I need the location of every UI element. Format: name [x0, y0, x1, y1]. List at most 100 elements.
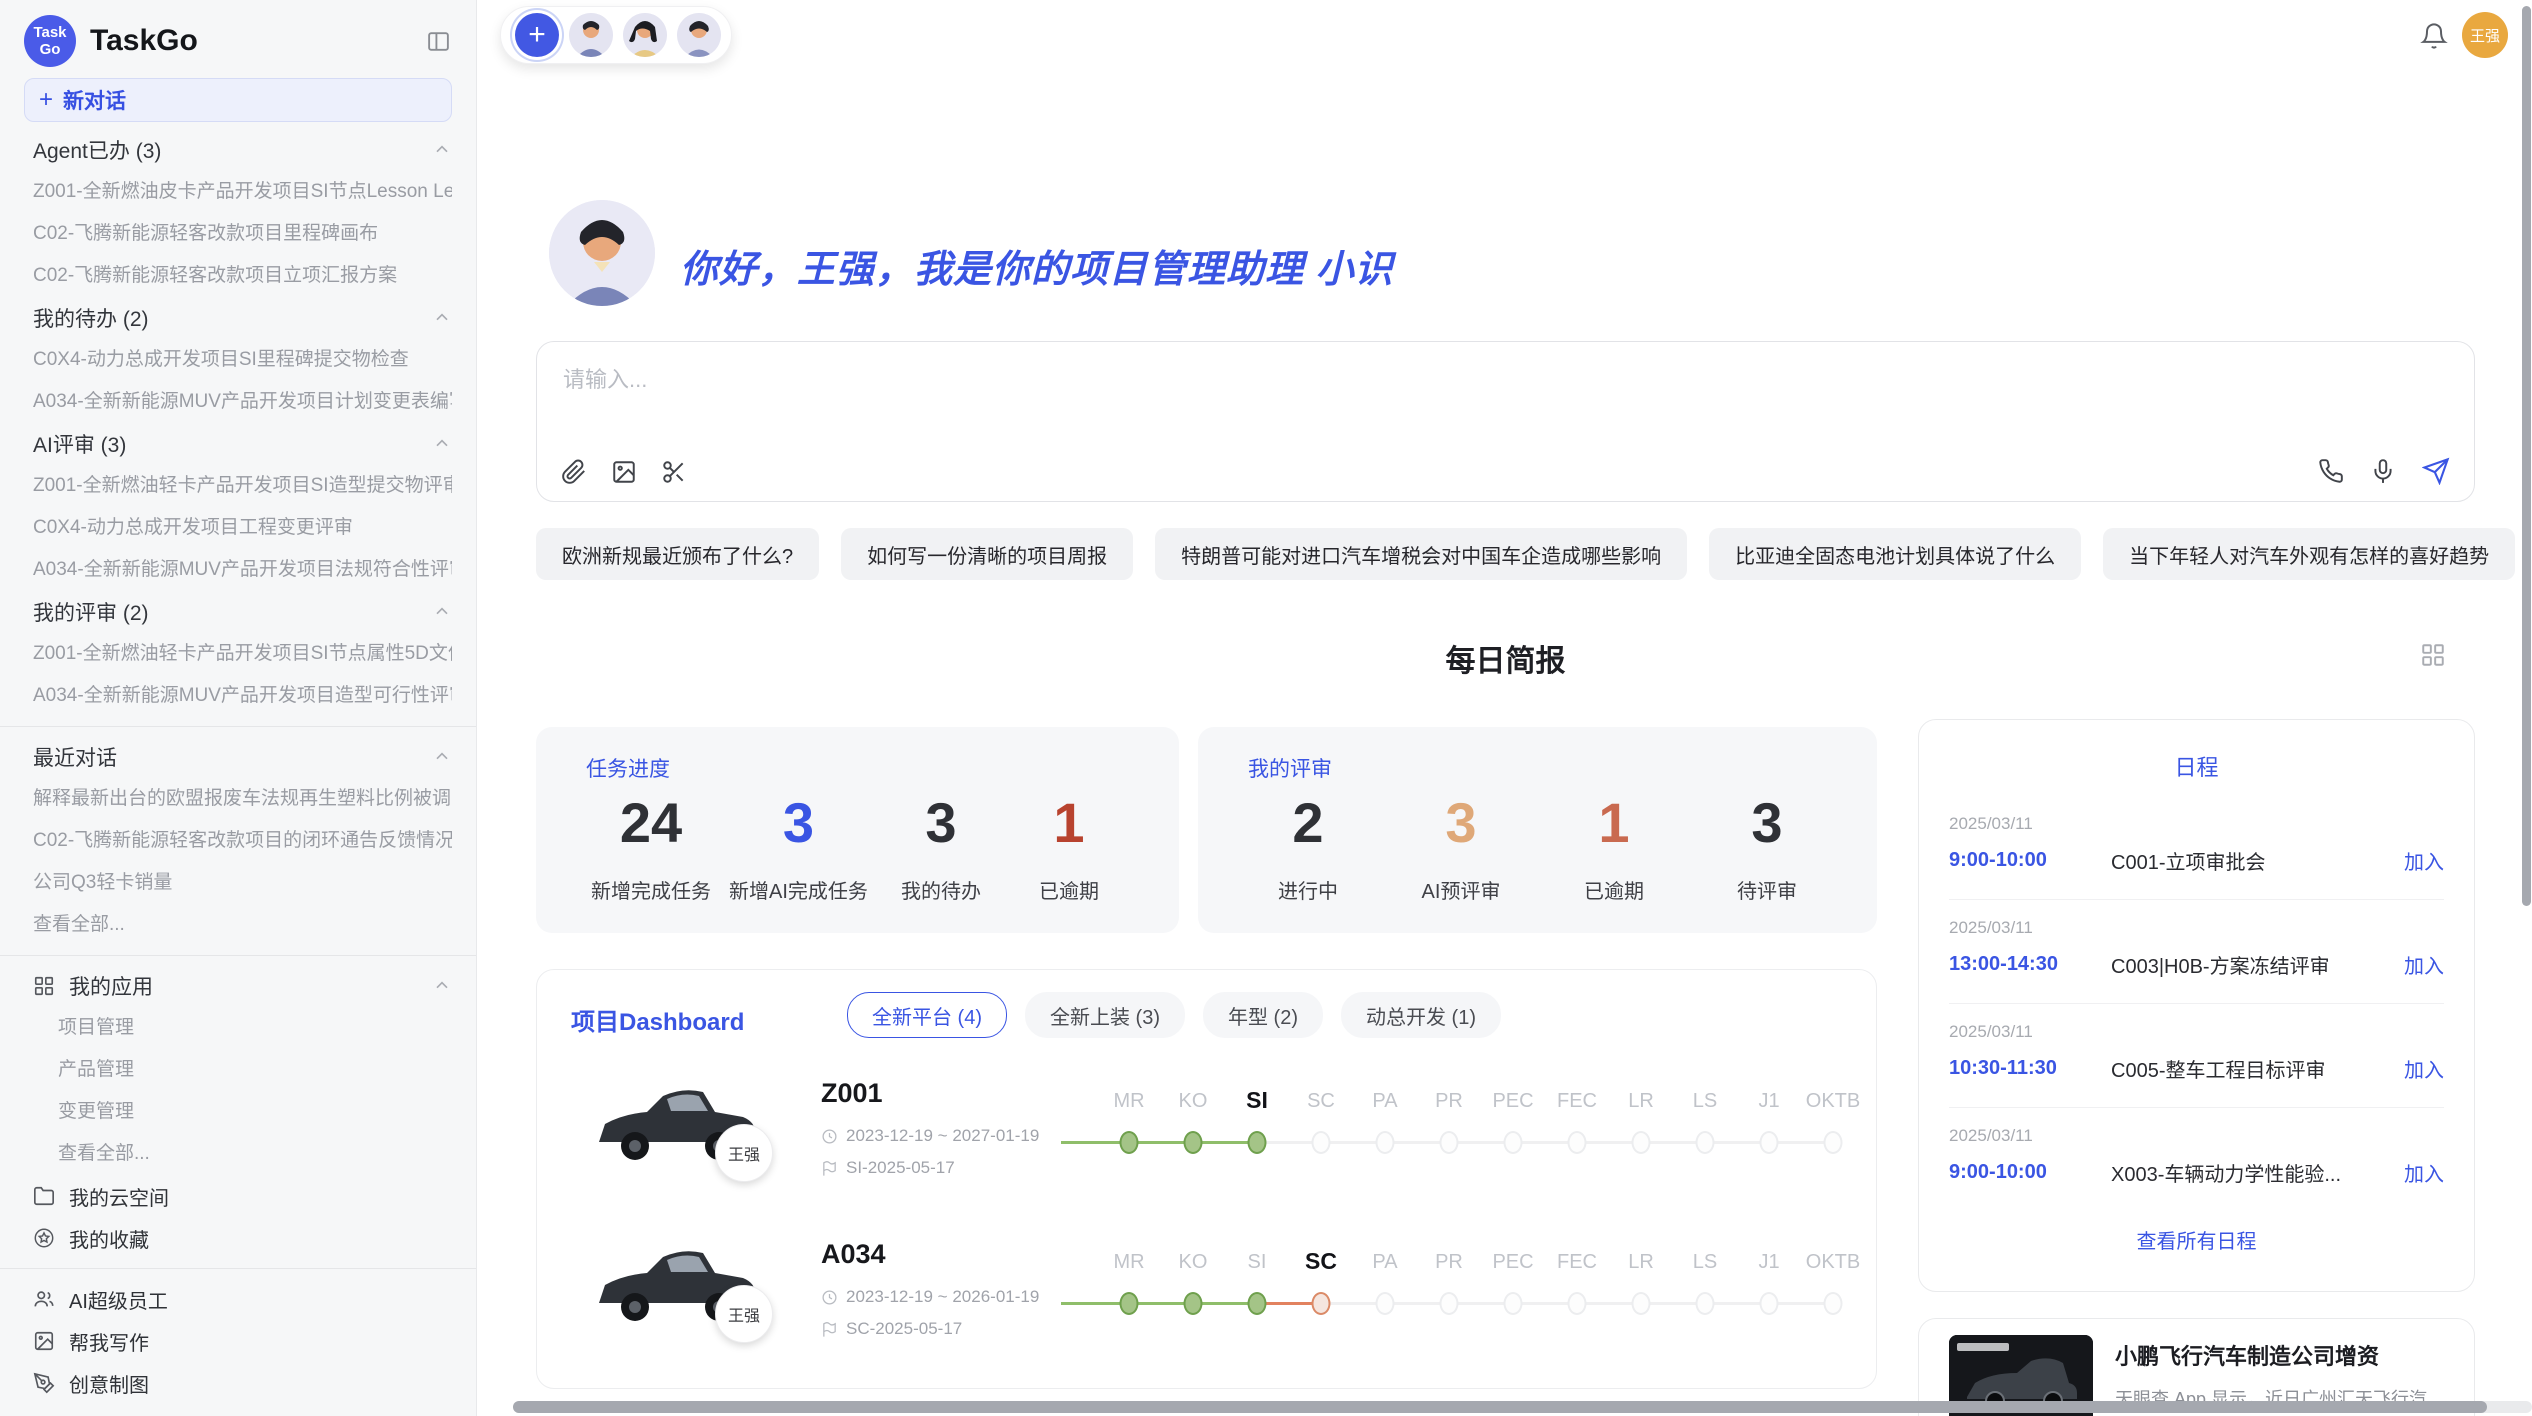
microphone-icon[interactable] [2370, 458, 2396, 484]
sidebar-recent-item[interactable]: C02-飞腾新能源轻客改款项目的闭环通告反馈情况 [33, 820, 452, 862]
tool-label: 创意制图 [69, 1369, 149, 1398]
layout-grid-icon[interactable] [2420, 642, 2446, 668]
agent-avatar-2[interactable] [623, 13, 667, 57]
sidebar-section-header[interactable]: Agent已办 (3) [33, 129, 452, 171]
suggestion-chip[interactable]: 当下年轻人对汽车外观有怎样的喜好趋势 [2103, 528, 2515, 580]
sidebar-item[interactable]: C02-飞腾新能源轻客改款项目里程碑画布 [33, 213, 452, 255]
milestone: MR [1097, 1062, 1161, 1182]
sidebar-item[interactable]: Z001-全新燃油轻卡产品开发项目SI节点属性5D文件评审 [33, 633, 452, 675]
scissors-icon[interactable] [661, 459, 687, 485]
milestone-label: SI [1225, 1087, 1289, 1114]
milestone-label: FEC [1545, 1251, 1609, 1274]
section-title: 我的待办 (2) [33, 303, 149, 333]
schedule-date: 2025/03/11 [1949, 1126, 2444, 1146]
milestone: PR [1417, 1223, 1481, 1343]
sidebar-recent-item[interactable]: 公司Q3轻卡销量 [33, 862, 452, 904]
milestone-node [1696, 1292, 1715, 1315]
stat-value: 3 [1712, 793, 1822, 853]
milestone-node [1824, 1292, 1843, 1315]
milestone-node [1312, 1292, 1331, 1315]
suggestion-chip[interactable]: 如何写一份清晰的项目周报 [841, 528, 1133, 580]
milestone: MR [1097, 1223, 1161, 1343]
milestone-node [1504, 1131, 1523, 1154]
join-link[interactable]: 加入 [2404, 1054, 2444, 1083]
sidebar-tool-image[interactable]: 帮我写作 [33, 1320, 452, 1362]
join-link[interactable]: 加入 [2404, 1158, 2444, 1187]
agent-avatar-3[interactable] [677, 13, 721, 57]
sidebar-item[interactable]: A034-全新新能源MUV产品开发项目计划变更表编写 [33, 381, 452, 423]
sidebar-item[interactable]: C0X4-动力总成开发项目工程变更评审 [33, 507, 452, 549]
vertical-scrollbar-thumb[interactable] [2522, 6, 2531, 906]
milestone: KO [1161, 1062, 1225, 1182]
sidebar-section-header[interactable]: AI评审 (3) [33, 423, 452, 465]
dashboard-tab[interactable]: 动总开发 (1) [1341, 992, 1501, 1038]
schedule-time: 13:00-14:30 [1949, 953, 2099, 976]
user-avatar[interactable]: 王强 [2462, 12, 2508, 58]
send-icon[interactable] [2422, 457, 2450, 485]
stat-label: AI预评审 [1406, 875, 1516, 904]
sidebar-view-all[interactable]: 查看全部... [58, 1133, 452, 1175]
sidebar-item[interactable]: Z001-全新燃油轻卡产品开发项目SI造型提交物评审 [33, 465, 452, 507]
sidebar-app-item[interactable]: 产品管理 [58, 1049, 452, 1091]
milestone-label: OKTB [1801, 1090, 1865, 1113]
phone-icon[interactable] [2318, 458, 2344, 484]
stat-label: 已逾期 [1014, 875, 1124, 904]
view-all-schedule-link[interactable]: 查看所有日程 [1949, 1225, 2444, 1254]
attachment-icon[interactable] [561, 459, 587, 485]
clock-icon [821, 1128, 838, 1145]
chat-input[interactable]: 请输入... [536, 341, 2475, 502]
sidebar-body: Agent已办 (3)Z001-全新燃油皮卡产品开发项目SI节点Lesson L… [24, 129, 452, 1404]
milestone-node [1760, 1292, 1779, 1315]
assistant-avatar [549, 200, 655, 306]
schedule-date: 2025/03/11 [1949, 918, 2444, 938]
stat-column: 3AI预评审 [1406, 793, 1516, 904]
sidebar-link-star[interactable]: 我的收藏 [33, 1217, 452, 1259]
milestone: OKTB [1801, 1062, 1865, 1182]
join-link[interactable]: 加入 [2404, 846, 2444, 875]
sidebar-link-folder[interactable]: 我的云空间 [33, 1175, 452, 1217]
stat-column: 24新增完成任务 [591, 793, 711, 904]
milestone-label: PEC [1481, 1090, 1545, 1113]
image-icon [33, 1330, 55, 1352]
news-title: 小鹏飞行汽车制造公司增资 [2115, 1339, 2445, 1371]
suggestion-chip[interactable]: 比亚迪全固态电池计划具体说了什么 [1709, 528, 2081, 580]
image-upload-icon[interactable] [611, 459, 637, 485]
sidebar-tool-pen[interactable]: 创意制图 [33, 1362, 452, 1404]
suggestion-chip[interactable]: 特朗普可能对进口汽车增税会对中国车企造成哪些影响 [1155, 528, 1687, 580]
notification-bell-icon[interactable] [2420, 22, 2448, 50]
sidebar-app-item[interactable]: 变更管理 [58, 1091, 452, 1133]
milestone: LR [1609, 1223, 1673, 1343]
sidebar-item[interactable]: C02-飞腾新能源轻客改款项目立项汇报方案 [33, 255, 452, 297]
sidebar-collapse-icon[interactable] [425, 29, 452, 54]
dashboard-tab[interactable]: 全新平台 (4) [847, 992, 1007, 1038]
suggestion-chip[interactable]: 欧洲新规最近颁布了什么? [536, 528, 819, 580]
dashboard-tab[interactable]: 年型 (2) [1203, 992, 1323, 1038]
milestone: PEC [1481, 1223, 1545, 1343]
add-agent-button[interactable]: + [515, 13, 559, 57]
suggestion-chips: 欧洲新规最近颁布了什么? 如何写一份清晰的项目周报特朗普可能对进口汽车增税会对中国… [536, 528, 2515, 580]
sidebar-section-header[interactable]: 我的待办 (2) [33, 297, 452, 339]
join-link[interactable]: 加入 [2404, 950, 2444, 979]
milestone-label: SI [1225, 1251, 1289, 1274]
sidebar-item[interactable]: Z001-全新燃油皮卡产品开发项目SI节点Lesson Learn报告 [33, 171, 452, 213]
stat-value: 24 [591, 793, 711, 853]
sidebar-section-header[interactable]: 我的评审 (2) [33, 591, 452, 633]
milestone: OKTB [1801, 1223, 1865, 1343]
new-chat-button[interactable]: + 新对话 [24, 78, 452, 122]
stat-label: 待评审 [1712, 875, 1822, 904]
sidebar-tool-people[interactable]: AI超级员工 [33, 1278, 452, 1320]
sidebar-app-item[interactable]: 项目管理 [58, 1007, 452, 1049]
schedule-time: 10:30-11:30 [1949, 1057, 2099, 1080]
sidebar-apps-header[interactable]: 我的应用 [33, 965, 452, 1007]
horizontal-scrollbar-thumb[interactable] [513, 1401, 2487, 1413]
sidebar-item[interactable]: A034-全新新能源MUV产品开发项目造型可行性评审 [33, 675, 452, 717]
sidebar-recent-header[interactable]: 最近对话 [33, 736, 452, 778]
milestone-node [1312, 1131, 1331, 1154]
agent-avatar-1[interactable] [569, 13, 613, 57]
sidebar-view-all[interactable]: 查看全部... [33, 904, 452, 946]
sidebar-recent-item[interactable]: 解释最新出台的欧盟报废车法规再生塑料比例被调至15%... [33, 778, 452, 820]
dashboard-tab[interactable]: 全新上装 (3) [1025, 992, 1185, 1038]
section-title: 最近对话 [33, 742, 117, 772]
sidebar-item[interactable]: A034-全新新能源MUV产品开发项目法规符合性评审 [33, 549, 452, 591]
sidebar-item[interactable]: C0X4-动力总成开发项目SI里程碑提交物检查 [33, 339, 452, 381]
